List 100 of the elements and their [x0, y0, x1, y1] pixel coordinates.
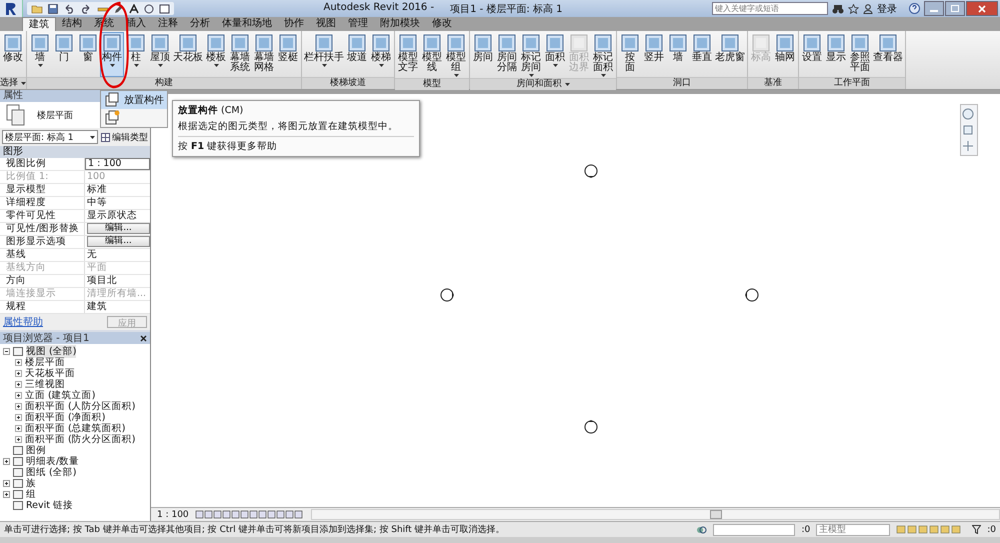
ribbon-button[interactable]: 老虎窗	[714, 32, 746, 77]
ribbon-button[interactable]: 楼梯	[369, 32, 393, 77]
ribbon-button[interactable]: 柱	[124, 32, 148, 77]
ribbon-button[interactable]: 标记房间	[519, 32, 543, 78]
window-icon[interactable]	[159, 4, 170, 14]
group-header[interactable]: 图形	[0, 146, 150, 158]
property-input[interactable]: 1 : 100	[85, 158, 150, 170]
expand-icon[interactable]	[15, 392, 22, 399]
ribbon-button[interactable]: 标记面积	[591, 32, 615, 78]
elevation-marker[interactable]	[440, 288, 454, 302]
tree-item[interactable]: 面积平面 (人防分区面积)	[25, 400, 136, 413]
ribbon-button[interactable]: 参照平面	[848, 32, 872, 77]
ribbon-button[interactable]: 显示	[824, 32, 848, 77]
navigation-bar[interactable]	[960, 104, 978, 156]
ribbon-button[interactable]: 窗	[76, 32, 100, 77]
redo-icon[interactable]	[80, 4, 92, 14]
properties-help-link[interactable]: 属性帮助	[3, 315, 43, 329]
ribbon-button[interactable]: 模型线	[420, 32, 444, 78]
ribbon-button[interactable]: 天花板	[172, 32, 204, 77]
star-icon[interactable]	[848, 4, 859, 14]
expand-icon[interactable]	[3, 480, 10, 487]
ribbon-button[interactable]: 屋顶	[148, 32, 172, 77]
help-icon[interactable]	[909, 3, 920, 14]
expand-icon[interactable]	[3, 491, 10, 498]
ribbon-button[interactable]: 楼板	[204, 32, 228, 77]
elevation-marker[interactable]	[584, 164, 598, 178]
ribbon-button[interactable]: 墙	[666, 32, 690, 77]
ribbon-button[interactable]: 墙	[28, 32, 52, 77]
expand-icon[interactable]	[15, 436, 22, 443]
caret-icon[interactable]	[21, 82, 26, 85]
expand-icon[interactable]	[15, 425, 22, 432]
ribbon-button[interactable]: 房间	[471, 32, 495, 78]
ribbon-tab[interactable]: 分析	[184, 17, 216, 31]
login-button[interactable]: 登录	[877, 2, 905, 16]
tree-item[interactable]: 楼层平面	[25, 356, 65, 369]
user-icon[interactable]	[863, 4, 873, 14]
minimize-button[interactable]	[924, 1, 944, 16]
ribbon-button[interactable]: 模型组	[444, 32, 468, 78]
view-controls-icon[interactable]	[194, 510, 305, 519]
tree-item[interactable]: 明细表/数量	[26, 455, 80, 468]
tree-item[interactable]: 视图 (全部)	[26, 345, 76, 358]
ribbon-tab[interactable]: 体量和场地	[216, 17, 278, 31]
ribbon-tab[interactable]: 修改	[426, 17, 458, 31]
ribbon-tab[interactable]: 建筑	[22, 17, 56, 31]
ribbon-button[interactable]: 竖井	[642, 32, 666, 77]
ribbon-button[interactable]: 轴网	[773, 32, 797, 77]
ribbon-button[interactable]: 按面	[618, 32, 642, 77]
tree-item[interactable]: 面积平面 (净面积)	[25, 411, 106, 424]
ribbon-button[interactable]: 房间分隔	[495, 32, 519, 78]
tree-item[interactable]: 立面 (建筑立面)	[25, 389, 96, 402]
tree-item[interactable]: 族	[26, 477, 36, 490]
tree-item[interactable]: 三维视图	[25, 378, 65, 391]
expand-icon[interactable]	[15, 370, 22, 377]
close-icon[interactable]	[140, 334, 147, 342]
maximize-button[interactable]	[945, 1, 965, 16]
type-selector[interactable]: 楼层平面: 标高 1	[2, 130, 98, 144]
elevation-marker[interactable]	[745, 288, 760, 302]
ribbon-button[interactable]: 构件	[100, 32, 124, 77]
ribbon-tab[interactable]: 结构	[56, 17, 88, 31]
letter-a-icon[interactable]	[129, 4, 139, 14]
ribbon-button[interactable]: 修改	[1, 32, 25, 77]
ribbon-button[interactable]: 幕墙网格	[252, 32, 276, 77]
ribbon-button[interactable]: 栏杆扶手	[303, 32, 345, 77]
tree-item[interactable]: 图例	[26, 444, 46, 457]
tree-item[interactable]: 面积平面 (总建筑面积)	[25, 422, 126, 435]
tree-item[interactable]: 组	[26, 488, 36, 501]
expand-icon[interactable]	[15, 381, 22, 388]
ribbon-button[interactable]: 面积	[543, 32, 567, 78]
elevation-marker[interactable]	[584, 420, 598, 434]
ribbon-button[interactable]: 幕墙系统	[228, 32, 252, 77]
design-option-dropdown[interactable]: 主模型	[816, 524, 890, 536]
view-scale[interactable]: 1 : 100	[157, 510, 189, 520]
ribbon-tab[interactable]: 管理	[342, 17, 374, 31]
tree-item[interactable]: 面积平面 (防火分区面积)	[25, 433, 136, 446]
filter-icon[interactable]	[972, 525, 982, 534]
workset-icon[interactable]	[696, 524, 708, 534]
ribbon-tab[interactable]: 视图	[310, 17, 342, 31]
horizontal-scrollbar[interactable]	[310, 509, 1000, 520]
ribbon-tab[interactable]: 注释	[152, 17, 184, 31]
binoculars-icon[interactable]	[832, 4, 844, 14]
ribbon-button[interactable]: 模型文字	[396, 32, 420, 78]
ribbon-tab[interactable]: 协作	[278, 17, 310, 31]
edit-type-button[interactable]: 编辑类型	[101, 130, 148, 144]
ribbon-button[interactable]: 坡道	[345, 32, 369, 77]
ribbon-button[interactable]: 门	[52, 32, 76, 77]
expand-icon[interactable]	[15, 403, 22, 410]
undo-icon[interactable]	[63, 4, 75, 14]
collapse-icon[interactable]	[3, 348, 10, 355]
ribbon-button[interactable]: 竖梃	[276, 32, 300, 77]
edit-button[interactable]: 编辑...	[87, 223, 150, 234]
open-icon[interactable]	[31, 4, 43, 14]
pencil-icon[interactable]	[114, 4, 124, 14]
ribbon-button[interactable]: 垂直	[690, 32, 714, 77]
ribbon-button[interactable]: 设置	[800, 32, 824, 77]
search-field[interactable]: 键入关键字或短语	[712, 2, 828, 15]
app-menu-button[interactable]	[0, 0, 23, 17]
ribbon-button[interactable]: 查看器	[872, 32, 904, 77]
ribbon-tab[interactable]: 附加模块	[374, 17, 426, 31]
tree-item[interactable]: 天花板平面	[25, 367, 75, 380]
edit-button[interactable]: 编辑...	[87, 236, 150, 247]
